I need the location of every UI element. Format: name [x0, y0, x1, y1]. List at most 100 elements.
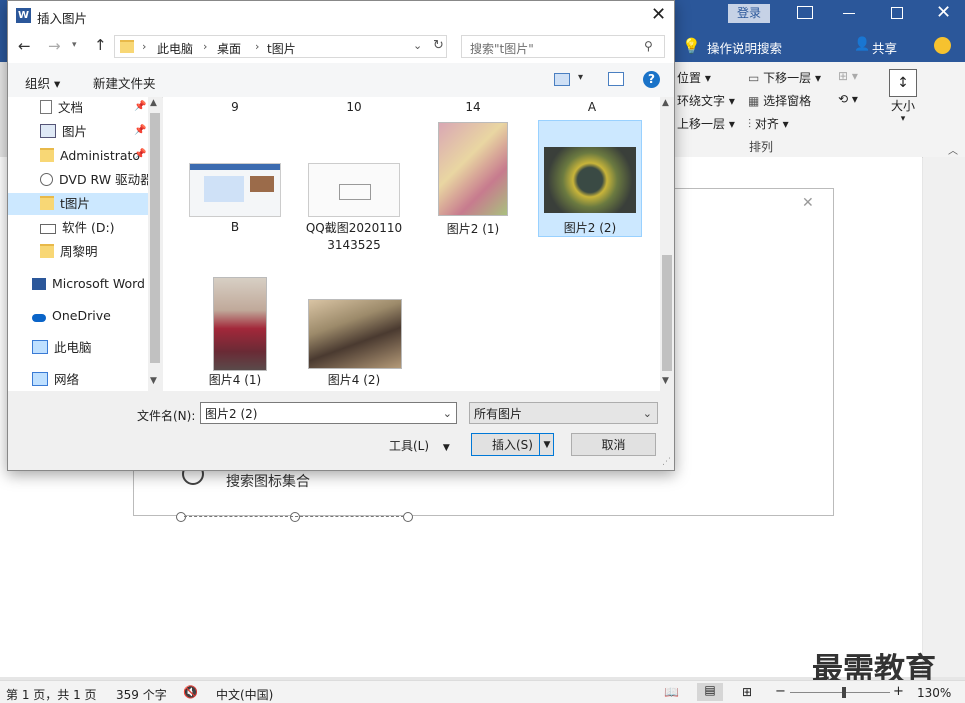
nav-item-t-pictures[interactable]: t图片 [40, 193, 140, 215]
selection-handle-left[interactable] [176, 512, 186, 522]
nav-scroll-down-icon[interactable]: ▼ [150, 376, 157, 386]
search-placeholder: 搜索"t图片" [470, 42, 534, 56]
dialog-close-icon[interactable]: ✕ [651, 4, 666, 25]
bring-forward-button[interactable]: 上移一层 ▾ [677, 115, 735, 132]
pin-icon[interactable]: 📌 [134, 149, 146, 160]
language-indicator[interactable]: 中文(中国) [216, 686, 273, 703]
document-scrollbar[interactable] [923, 157, 965, 677]
filetype-select[interactable]: 所有图片 ⌄ [469, 402, 658, 424]
ribbon-display-options-icon[interactable] [797, 6, 813, 19]
read-mode-icon[interactable]: 📖 [664, 685, 679, 699]
up-icon[interactable]: ↑ [94, 36, 107, 54]
print-layout-icon[interactable]: ▤ [697, 683, 723, 701]
nav-item-administrator[interactable]: Administrato [40, 145, 140, 167]
nav-item-software-d[interactable]: 软件 (D:) [40, 217, 140, 239]
forward-icon[interactable]: → [48, 37, 61, 55]
back-icon[interactable]: ← [18, 37, 31, 55]
file-scroll-thumb[interactable] [662, 255, 672, 371]
filename-input[interactable]: 图片2 (2) ⌄ [200, 402, 457, 424]
breadcrumb-this-pc[interactable]: 此电脑 [157, 40, 193, 57]
wrap-text-button[interactable]: 环绕文字 ▾ [677, 92, 735, 109]
nav-item-dvd-drive[interactable]: DVD RW 驱动器 [40, 169, 152, 191]
word-count[interactable]: 359 个字 [116, 686, 167, 703]
folder-icon [40, 244, 54, 258]
nav-item-zhou-liming[interactable]: 周黎明 [40, 241, 140, 263]
view-dropdown-icon[interactable]: ▾ [578, 72, 583, 83]
file-item-10[interactable]: 10 [304, 100, 404, 114]
maximize-icon[interactable] [891, 7, 903, 19]
size-button[interactable]: ↕ 大小 ▾ [884, 66, 922, 132]
nav-scroll-thumb[interactable] [150, 113, 160, 363]
file-item[interactable]: 图片2 (1) [423, 119, 523, 239]
breadcrumb-folder[interactable]: t图片 [267, 40, 296, 57]
address-row: ← → ▾ ↑ › 此电脑 › 桌面 › t图片 ⌄ ↻ 搜索"t图片" ⚲ [8, 31, 674, 63]
filetype-dropdown-icon[interactable]: ⌄ [643, 403, 652, 425]
close-icon[interactable]: ✕ [936, 2, 951, 23]
web-layout-icon[interactable]: ⊞ [742, 685, 752, 699]
file-item-A[interactable]: A [542, 100, 642, 114]
login-button[interactable]: 登录 [728, 4, 770, 23]
address-dropdown-icon[interactable]: ⌄ [413, 39, 422, 52]
nav-item-documents[interactable]: 文档 [40, 97, 140, 119]
address-bar[interactable]: › 此电脑 › 桌面 › t图片 ⌄ ↻ [114, 35, 447, 58]
filename-dropdown-icon[interactable]: ⌄ [443, 403, 452, 425]
insert-dropdown-icon[interactable]: ▼ [539, 434, 554, 456]
pictures-icon [40, 124, 56, 138]
file-item[interactable]: 图片4 (2) [304, 273, 404, 389]
zoom-level[interactable]: 130% [917, 686, 951, 700]
preview-pane-icon[interactable] [608, 72, 624, 86]
recent-locations-icon[interactable]: ▾ [72, 40, 77, 50]
organize-button[interactable]: 组织 ▾ [25, 73, 60, 92]
tell-me-search[interactable]: 操作说明搜索 [707, 38, 782, 57]
file-scrollbar[interactable]: ▲ ▼ [660, 97, 674, 391]
file-list[interactable]: 9 10 14 A B QQ截图20201103143525 图片2 (1) 图… [163, 97, 674, 391]
help-icon[interactable]: ? [643, 71, 660, 88]
send-backward-button[interactable]: ▭ 下移一层 ▾ [748, 69, 821, 86]
nav-scrollbar[interactable]: ▲ ▼ [148, 97, 162, 391]
nav-scroll-up-icon[interactable]: ▲ [150, 98, 157, 108]
file-item[interactable]: QQ截图20201103143525 [304, 119, 404, 269]
zoom-slider-thumb[interactable] [842, 687, 846, 698]
change-view-icon[interactable] [554, 73, 570, 86]
proofing-icon[interactable]: 🔇 [183, 685, 198, 699]
smiley-icon[interactable] [934, 37, 951, 54]
page-count[interactable]: 第 1 页，共 1 页 [6, 686, 97, 703]
nav-item-this-pc[interactable]: 此电脑 [32, 337, 150, 359]
panel-close-icon[interactable]: ✕ [802, 195, 814, 211]
file-item-9[interactable]: 9 [185, 100, 285, 114]
collapse-ribbon-icon[interactable]: ︿ [948, 142, 958, 157]
nav-item-onedrive[interactable]: OneDrive [32, 305, 150, 327]
group-button[interactable]: ⊞ ▾ [838, 69, 858, 83]
file-scroll-down-icon[interactable]: ▼ [662, 376, 669, 386]
nav-item-pictures[interactable]: 图片 [40, 121, 140, 143]
pin-icon[interactable]: 📌 [134, 125, 146, 136]
rotate-button[interactable]: ⟲ ▾ [838, 92, 858, 106]
breadcrumb-desktop[interactable]: 桌面 [217, 40, 241, 57]
position-button[interactable]: 位置 ▾ [677, 69, 711, 86]
search-box[interactable]: 搜索"t图片" ⚲ [461, 35, 665, 58]
pin-icon[interactable]: 📌 [134, 101, 146, 112]
align-button[interactable]: ⫶ 对齐 ▾ [748, 115, 789, 132]
nav-item-microsoft-word[interactable]: Microsoft Word [32, 273, 150, 295]
selection-handle-mid[interactable] [290, 512, 300, 522]
selection-pane-button[interactable]: ▦ 选择窗格 [748, 92, 811, 109]
zoom-in-icon[interactable]: + [893, 684, 904, 699]
zoom-out-icon[interactable]: − [775, 684, 786, 699]
file-item[interactable]: B [185, 119, 285, 239]
selection-handle-right[interactable] [403, 512, 413, 522]
file-item-selected[interactable]: 图片2 (2) [538, 120, 642, 237]
insert-button[interactable]: 插入(S) ▼ [471, 433, 554, 456]
share-button[interactable]: 共享 [872, 38, 897, 57]
file-scroll-up-icon[interactable]: ▲ [662, 98, 669, 108]
tools-button[interactable]: 工具(L) ▼ [389, 437, 450, 454]
navigation-pane[interactable]: 文档 📌 图片 📌 Administrato 📌 DVD RW 驱动器 t图片 … [8, 97, 162, 391]
minimize-icon[interactable] [843, 13, 855, 14]
file-item[interactable]: 图片4 (1) [185, 273, 285, 389]
refresh-icon[interactable]: ↻ [433, 38, 444, 53]
nav-item-network[interactable]: 网络 [32, 369, 150, 391]
resize-grip-icon[interactable]: ⋰ [662, 457, 671, 467]
new-folder-button[interactable]: 新建文件夹 [93, 73, 156, 92]
cancel-button[interactable]: 取消 [571, 433, 656, 456]
file-item-14[interactable]: 14 [423, 100, 523, 114]
zoom-slider[interactable] [790, 692, 890, 693]
